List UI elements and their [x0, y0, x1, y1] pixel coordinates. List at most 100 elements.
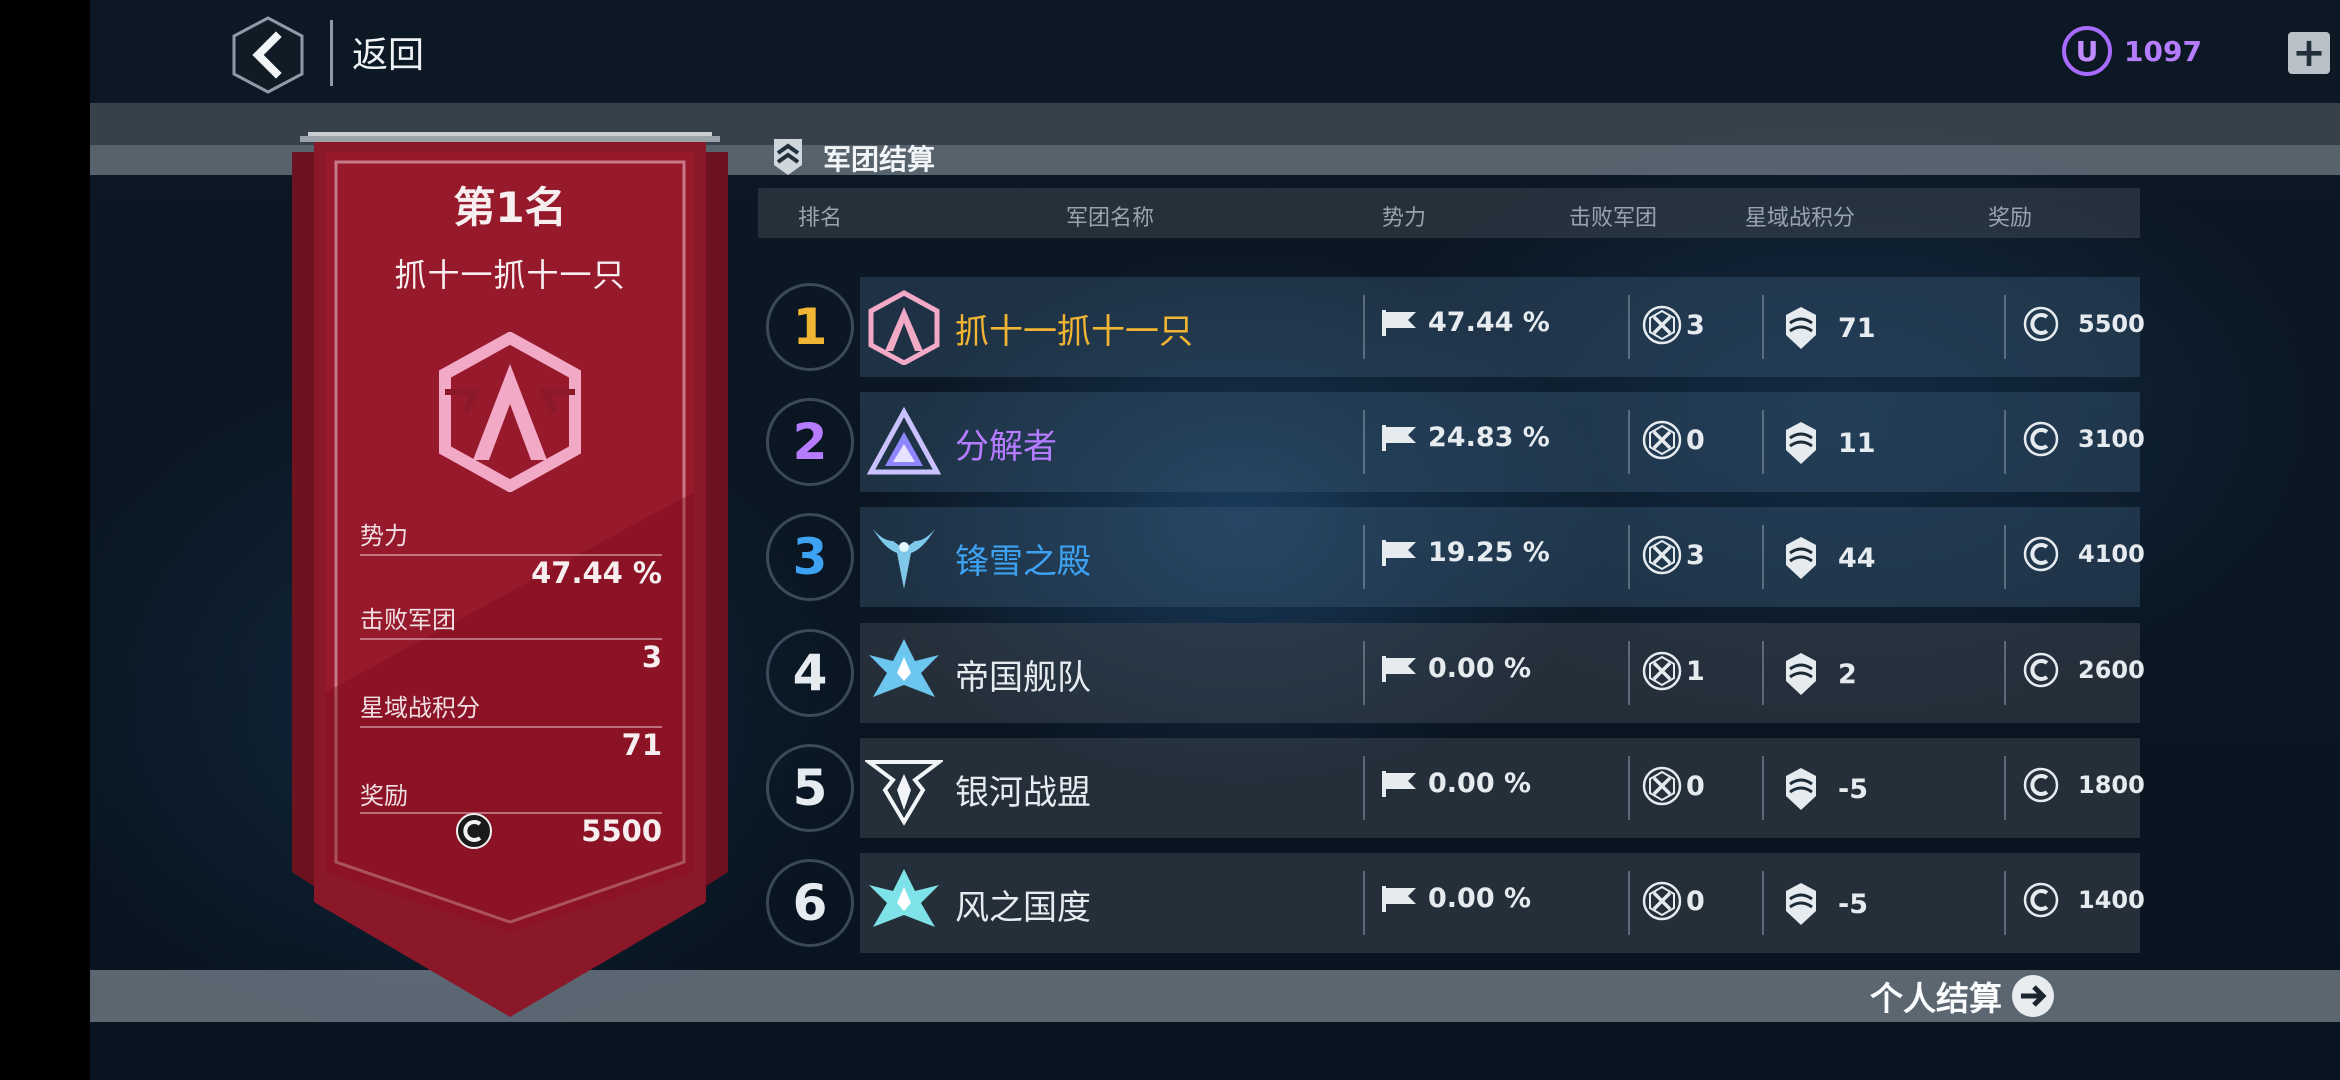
rank-title: 第1名: [453, 183, 567, 232]
divider: [1628, 525, 1630, 589]
legion-name: 银河战盟: [955, 773, 1091, 813]
reward-value: 2600: [2078, 656, 2145, 684]
divider: [1762, 295, 1764, 359]
header-defeated: 击败军团: [1568, 206, 1658, 231]
divider: [1628, 871, 1630, 935]
score-value: 2: [1838, 658, 1857, 690]
reward-value: 5500: [2078, 310, 2145, 338]
power-value: 47.44 %: [1428, 307, 1550, 338]
table-row[interactable]: 3 锋雪之殿 19.25 % 3 44 4100: [760, 507, 2145, 607]
legion-name: 帝国舰队: [955, 658, 1091, 698]
score-value: 44: [1838, 542, 1876, 574]
reward-cell: 1400: [2022, 881, 2145, 919]
power-cell: 47.44 %: [1380, 307, 1550, 338]
defeated-cell: 1: [1642, 651, 1705, 691]
divider: [1762, 756, 1764, 820]
defeated-value: 3: [1686, 309, 1705, 341]
game-screen: 返回 U 1097 + 军团结算 排名 军团名称 势力 击败军团 星域战积分 奖…: [90, 0, 2340, 1080]
defeated-cell: 3: [1642, 305, 1705, 345]
arrow-right-circle-icon: [2012, 975, 2054, 1017]
header-power: 势力: [1381, 206, 1427, 231]
crossed-swords-icon: [1642, 766, 1682, 806]
flag-icon: [1382, 539, 1416, 566]
crossed-swords-icon: [1642, 651, 1682, 691]
rank-number: 3: [792, 528, 828, 586]
divider: [1762, 525, 1764, 589]
table-header: 排名 军团名称 势力 击败军团 星域战积分 奖励: [758, 188, 2140, 238]
fleet-emblem-icon: [869, 639, 939, 697]
power-cell: 0.00 %: [1380, 768, 1531, 799]
rank-number: 5: [792, 759, 828, 817]
legion-name: 抓十一抓十一只: [955, 312, 1193, 352]
reward-cell: 5500: [2022, 305, 2145, 343]
flag-icon: [1382, 770, 1416, 797]
flag-icon: [1382, 424, 1416, 451]
score-cell: 2: [1782, 651, 1857, 697]
divider: [2004, 756, 2006, 820]
score-value: -5: [1838, 773, 1868, 805]
score-cell: -5: [1782, 881, 1868, 927]
personal-settlement-button[interactable]: 个人结算: [1870, 970, 2056, 1022]
divider: [1628, 410, 1630, 474]
first-place-banner: 第1名 抓十一抓十一只 势力 47.44 % 击败军团 3 星域战积分 71 奖…: [290, 132, 730, 1022]
table-row[interactable]: 6 风之国度 0.00 % 0 -5 1400: [760, 853, 2145, 953]
score-cell: 11: [1782, 420, 1876, 466]
u-coin-icon: U: [2062, 26, 2112, 76]
power-cell: 0.00 %: [1380, 883, 1531, 914]
score-value: 71: [1838, 312, 1876, 344]
power-value: 0.00 %: [1428, 653, 1532, 684]
divider: [2004, 410, 2006, 474]
power-cell: 24.83 %: [1380, 422, 1550, 453]
banner-defeated-label: 击败军团: [360, 606, 456, 634]
divider: [1628, 295, 1630, 359]
banner-reward-value: 5500: [581, 814, 662, 848]
planet-shield-icon: [1786, 883, 1816, 925]
planet-shield-icon: [1786, 307, 1816, 349]
triangle-emblem-icon: [866, 406, 942, 475]
table-row[interactable]: 5 银河战盟 0.00 % 0 -5 1800: [760, 738, 2145, 838]
planet-shield-icon: [1786, 537, 1816, 579]
back-button[interactable]: [230, 15, 306, 95]
table-row[interactable]: 1 抓十一抓十一只 47.44 % 3 71 5500: [760, 277, 2145, 377]
defeated-cell: 0: [1642, 766, 1705, 806]
power-value: 19.25 %: [1428, 537, 1550, 568]
flag-icon: [1382, 309, 1416, 336]
table-row[interactable]: 2 分解者 24.83 % 0 11 3100: [760, 392, 2145, 492]
divider: [1363, 756, 1365, 820]
back-label[interactable]: 返回: [352, 26, 424, 78]
defeated-value: 3: [1686, 539, 1705, 571]
chevron-hex-emblem-icon: [868, 290, 940, 365]
banner-reward-label: 奖励: [360, 782, 408, 810]
table-row[interactable]: 4 帝国舰队 0.00 % 1 2 2600: [760, 623, 2145, 723]
score-value: 11: [1838, 427, 1876, 459]
divider: [1363, 871, 1365, 935]
rank-badge: 5: [766, 744, 854, 832]
credit-coin-icon: [2023, 421, 2059, 457]
score-cell: -5: [1782, 766, 1868, 812]
reward-value: 1400: [2078, 886, 2145, 914]
crossed-swords-icon: [1642, 305, 1682, 345]
credit-coin-icon: [2023, 882, 2059, 918]
defeated-value: 0: [1686, 770, 1705, 802]
rank-number: 4: [792, 644, 828, 702]
divider: [1363, 295, 1365, 359]
banner-legion-name: 抓十一抓十一只: [394, 256, 626, 294]
divider: [1762, 871, 1764, 935]
reward-value: 3100: [2078, 425, 2145, 453]
planet-shield-icon: [1786, 653, 1816, 695]
power-cell: 0.00 %: [1380, 653, 1531, 684]
rank-badge: 2: [766, 398, 854, 486]
defeated-value: 0: [1686, 885, 1705, 917]
banner-power-value: 47.44 %: [531, 556, 662, 590]
wind-emblem-icon: [869, 869, 939, 927]
divider: [2004, 525, 2006, 589]
header-score: 星域战积分: [1744, 206, 1856, 231]
reward-cell: 2600: [2022, 651, 2145, 689]
defeated-value: 1: [1686, 655, 1705, 687]
score-cell: 44: [1782, 535, 1876, 581]
reward-cell: 3100: [2022, 420, 2145, 458]
divider: [2004, 641, 2006, 705]
add-currency-button[interactable]: +: [2288, 32, 2330, 74]
reward-value: 1800: [2078, 771, 2145, 799]
credit-coin-icon: [2023, 767, 2059, 803]
